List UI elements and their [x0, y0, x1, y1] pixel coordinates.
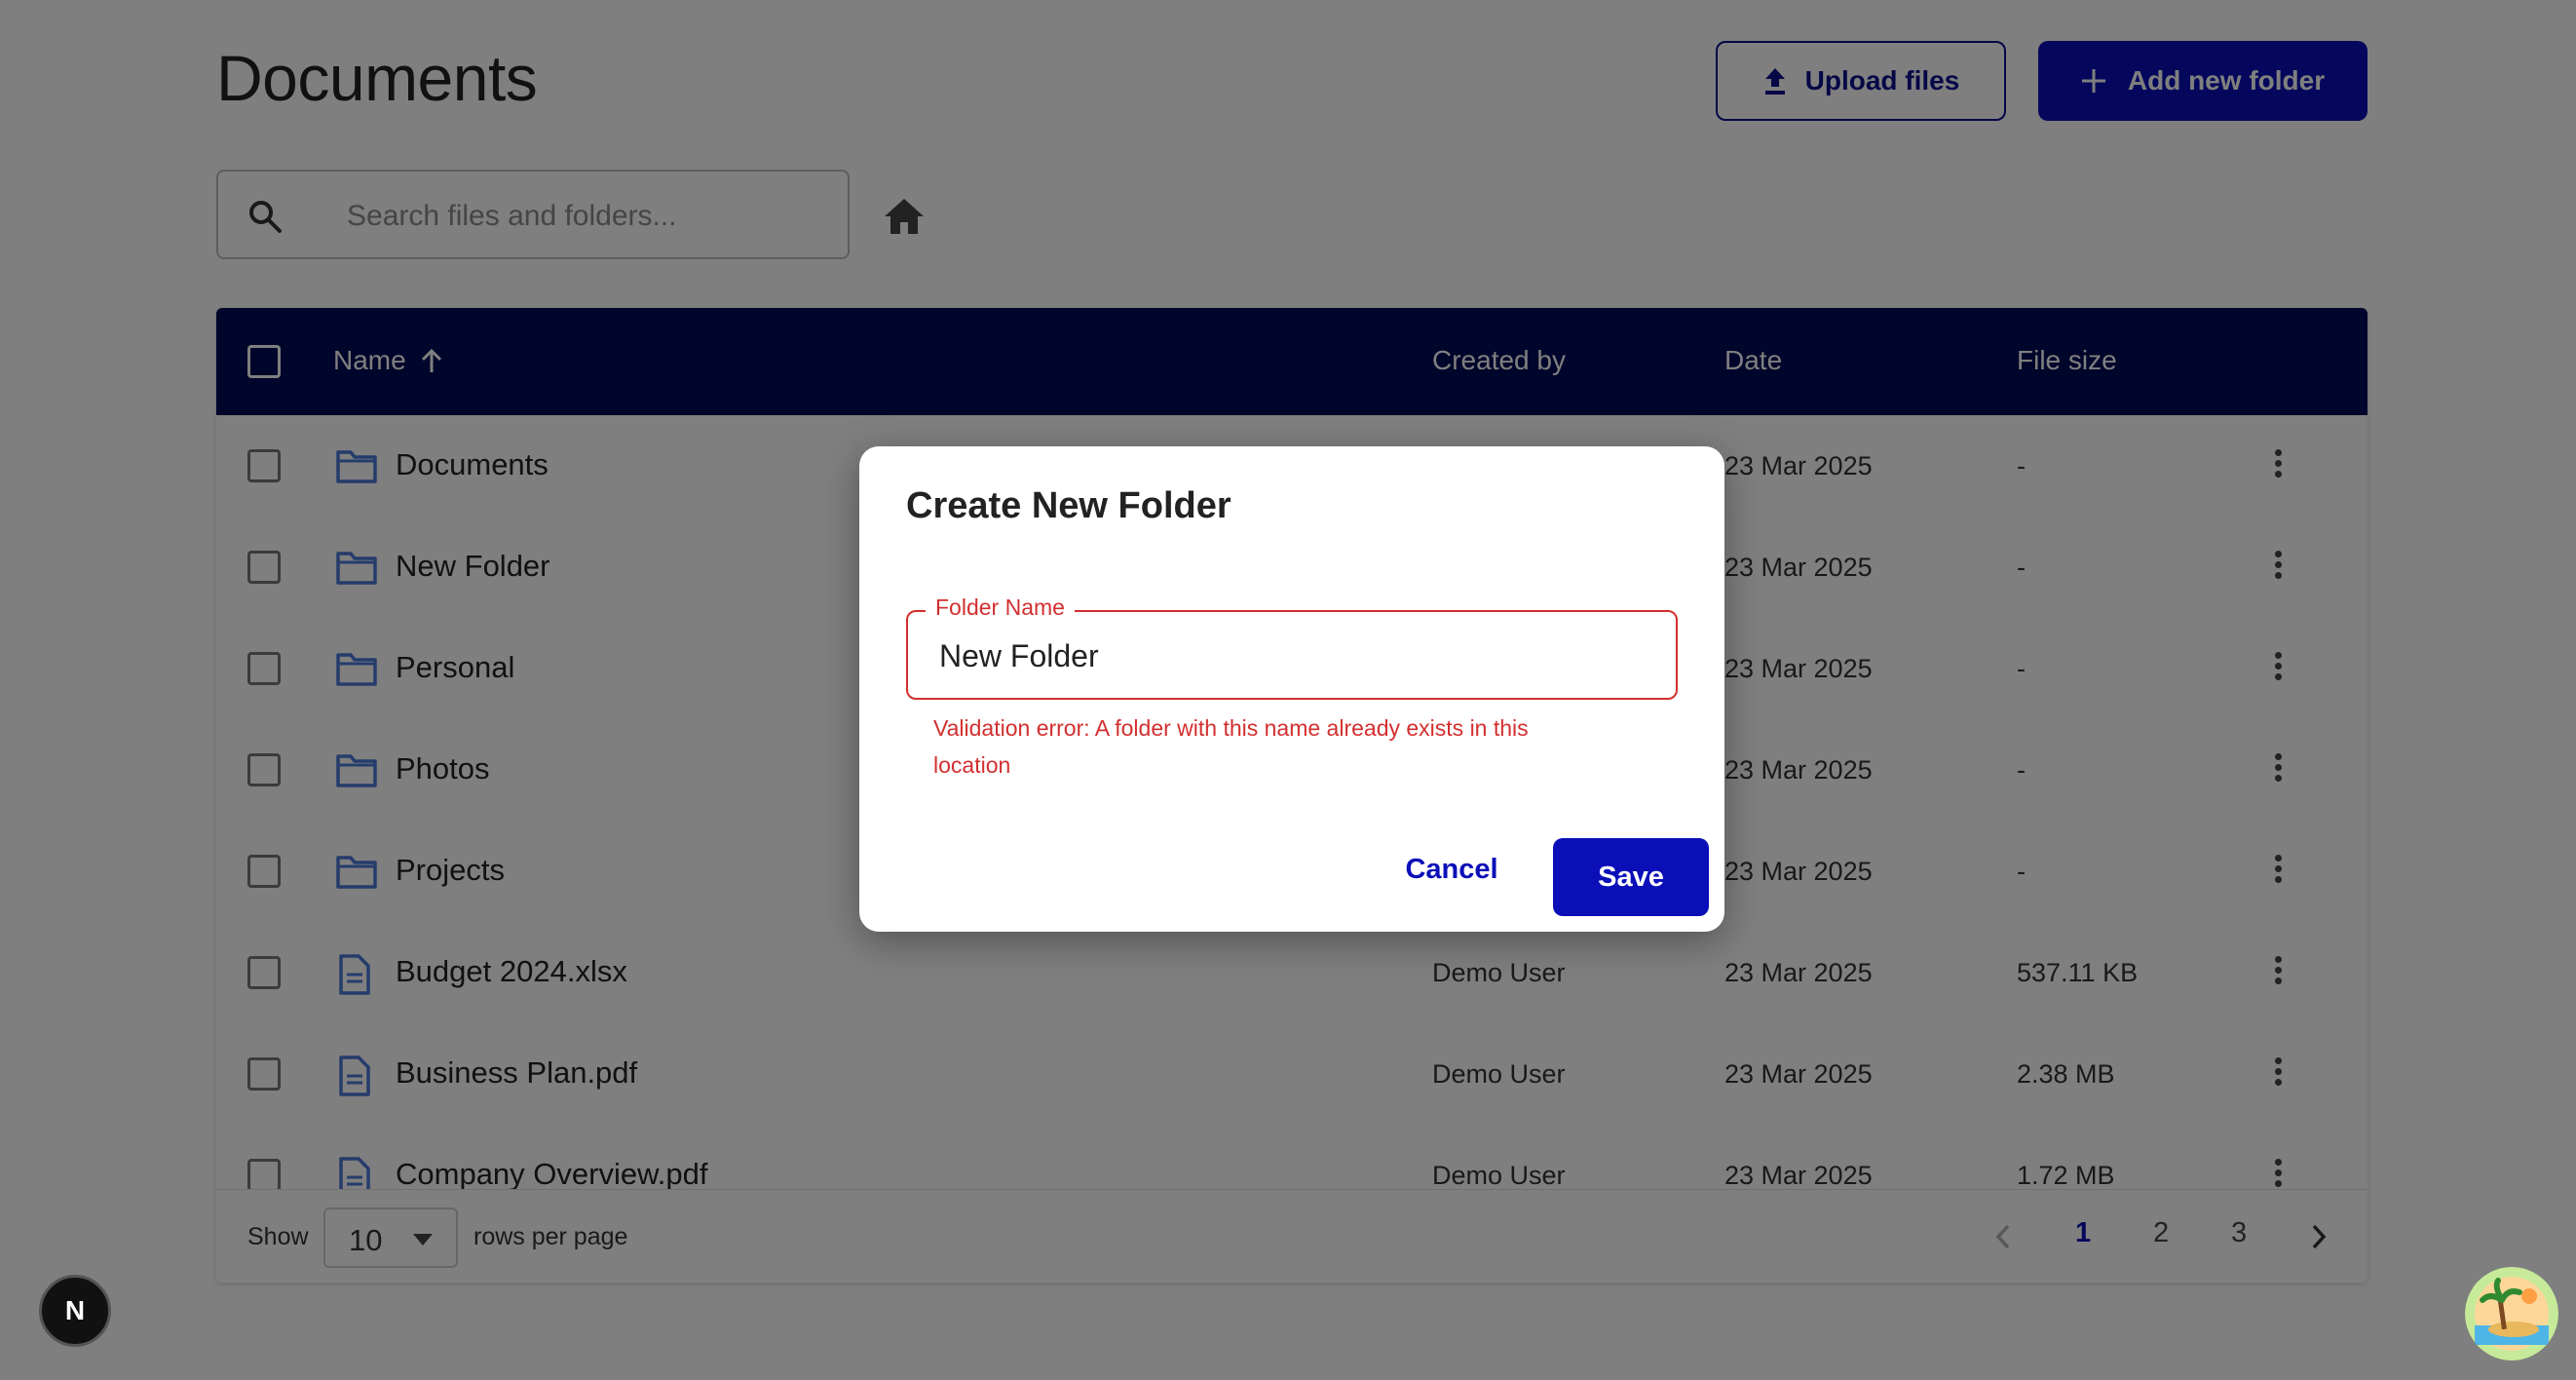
avatar[interactable] [2465, 1267, 2558, 1361]
documents-page: Documents Upload files Add new folder Na… [0, 0, 2576, 1380]
dialog-title: Create New Folder [906, 485, 1231, 526]
folder-name-label: Folder Name [926, 594, 1075, 621]
save-button[interactable]: Save [1553, 838, 1709, 916]
dev-tools-badge[interactable]: N [39, 1275, 111, 1347]
badge-letter: N [64, 1295, 86, 1325]
validation-error-text: Validation error: A folder with this nam… [933, 715, 1529, 778]
cancel-button[interactable]: Cancel [1385, 838, 1518, 901]
folder-name-input[interactable] [937, 632, 1643, 680]
beach-avatar-icon [2465, 1267, 2558, 1361]
folder-name-field: Folder Name [906, 594, 1678, 700]
create-folder-dialog: Create New Folder Folder Name Validation… [859, 446, 1724, 932]
